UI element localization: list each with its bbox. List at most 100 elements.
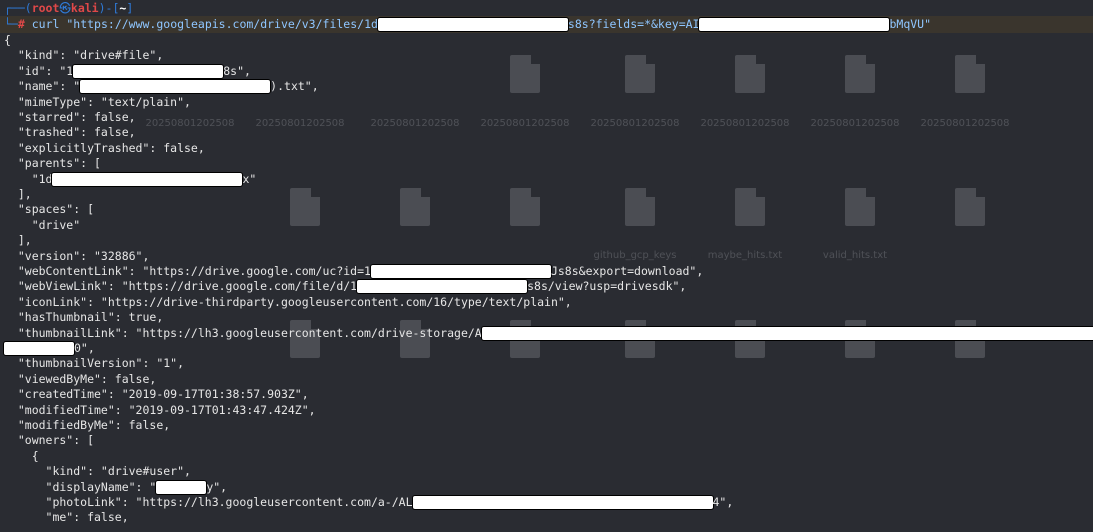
json-output-line: "id": "1 8s", — [4, 64, 251, 79]
json-line-text: "kind": "drive#file", — [4, 48, 164, 63]
json-output-line: "mimeType": "text/plain", — [4, 95, 191, 110]
file-icon — [400, 188, 430, 226]
file-icon — [625, 188, 655, 226]
desktop-file-label: github_gcp_keys — [593, 250, 677, 261]
json-line-text: "explicitlyTrashed": false, — [4, 140, 205, 155]
json-output-line: ], — [4, 187, 32, 202]
json-output-line: "modifiedTime": "2019-09-17T01:43:47.424… — [4, 403, 316, 418]
desktop-file-label: 20250801202508 — [810, 118, 900, 129]
desktop-file-label: 20250801202508 — [480, 118, 570, 129]
json-output-line: "spaces": [ — [4, 202, 94, 217]
terminal-window[interactable]: 20250801202508 20250801202508 2025080120… — [0, 0, 1093, 532]
json-output-line: "iconLink": "https://drive-thirdparty.go… — [4, 295, 572, 310]
json-output-line: 0", — [4, 341, 95, 356]
prompt-symbol: # — [17, 17, 25, 31]
redaction-bar — [377, 18, 568, 31]
prompt-host: kali — [70, 1, 99, 15]
desktop-file-label: maybe_hits.txt — [707, 250, 783, 261]
json-line-suffix: 8s", — [223, 63, 251, 78]
json-output-line: "drive" — [4, 218, 80, 233]
file-icon — [625, 55, 655, 93]
redaction-bar — [412, 496, 713, 509]
json-output-line: "trashed": false, — [4, 125, 136, 140]
file-icon — [290, 188, 320, 226]
json-line-text: "id": "1 — [4, 63, 74, 78]
redaction-bar — [481, 326, 1093, 340]
json-line-text: "owners": [ — [4, 433, 95, 448]
json-output-line: "name": " ).txt", — [4, 79, 319, 94]
json-output-line: "kind": "drive#user", — [4, 464, 191, 479]
redaction-bar — [80, 80, 271, 94]
json-output-line: "hasThumbnail": true, — [4, 310, 163, 325]
json-line-suffix: y", — [206, 479, 228, 494]
json-output-line: "owners": [ — [4, 433, 94, 448]
json-output-line: "createdTime": "2019-09-17T01:38:57.903Z… — [4, 387, 309, 402]
json-output-line: "1d x" — [4, 172, 256, 187]
file-icon — [845, 188, 875, 226]
redaction-bar — [156, 480, 207, 494]
json-line-text: "spaces": [ — [4, 202, 95, 217]
json-line-text: "starred": false, — [4, 110, 136, 124]
command-text: curl "https://www.googleapis.com/drive/v… — [31, 17, 378, 31]
file-icon — [510, 55, 540, 93]
json-line-text: "webContentLink": "https://drive.google.… — [4, 264, 371, 278]
json-line-text: "displayName": " — [4, 479, 157, 494]
command-line[interactable]: └─# curl "https://www.googleapis.com/dri… — [4, 17, 931, 32]
file-icon — [955, 188, 985, 226]
json-line-suffix: s8s/view?usp=drivesdk", — [527, 279, 687, 294]
file-icon — [735, 55, 765, 93]
json-output-line: "explicitlyTrashed": false, — [4, 141, 205, 156]
json-line-text: "photoLink": "https://lh3.googleusercont… — [4, 495, 413, 509]
desktop-file-label: 20250801202508 — [590, 118, 680, 129]
json-line-text: "iconLink": "https://drive-thirdparty.go… — [4, 294, 572, 309]
redaction-bar — [370, 265, 551, 278]
json-line-text: 0", — [74, 341, 95, 355]
json-output-line: "webContentLink": "https://drive.google.… — [4, 264, 703, 279]
json-line-text: "thumbnailLink": "https://lh3.googleuser… — [4, 325, 482, 340]
redaction-bar — [357, 280, 528, 294]
json-line-text: ], — [4, 233, 32, 248]
json-line-text: "version": "32886", — [4, 248, 150, 263]
redaction-bar — [52, 172, 243, 186]
json-output-line: "version": "32886", — [4, 248, 150, 264]
json-line-text: "parents": [ — [4, 156, 101, 171]
json-line-text: "drive" — [4, 217, 81, 232]
json-line-text: "thumbnailVersion": "1", — [4, 356, 185, 371]
desktop-file-label: valid_hits.txt — [822, 250, 888, 261]
file-icon — [955, 55, 985, 93]
json-output-line: "starred": false, — [4, 110, 136, 125]
redaction-bar — [699, 18, 890, 31]
redaction-bar — [4, 342, 74, 355]
json-output-line: "thumbnailVersion": "1", — [4, 356, 184, 371]
json-line-text: "kind": "drive#user", — [4, 464, 191, 479]
desktop-file-label: 20250801202508 — [255, 118, 345, 129]
json-output-line: "photoLink": "https://lh3.googleusercont… — [4, 495, 733, 510]
json-output-line: "viewedByMe": false, — [4, 372, 156, 387]
redaction-bar — [73, 64, 224, 78]
json-output-line: "thumbnailLink": "https://lh3.googleuser… — [4, 326, 1093, 341]
json-line-suffix: x" — [242, 171, 257, 186]
json-line-text: "1d — [4, 171, 53, 186]
json-output-line: ], — [4, 233, 32, 248]
json-line-text: { — [4, 33, 11, 47]
json-output-line: "modifiedByMe": false, — [4, 418, 170, 433]
json-line-suffix: 4", — [712, 495, 734, 509]
json-output-line: "kind": "drive#file", — [4, 48, 163, 63]
prompt-header: ┌──(root㉿kali)-[~] — [4, 1, 134, 15]
json-line-text: "trashed": false, — [4, 125, 136, 140]
json-line-text: ], — [4, 187, 32, 201]
json-line-suffix: ).txt", — [270, 79, 319, 94]
file-icon — [510, 188, 540, 226]
json-line-text: "createdTime": "2019-09-17T01:38:57.903Z… — [4, 387, 309, 402]
desktop-file-label: 20250801202508 — [145, 118, 235, 129]
json-line-text: "modifiedByMe": false, — [4, 418, 171, 432]
json-line-text: "mimeType": "text/plain", — [4, 94, 191, 109]
json-line-text: "name": " — [4, 79, 81, 94]
json-output-line: "webViewLink": "https://drive.google.com… — [4, 279, 686, 294]
json-output-line: "displayName": " y", — [4, 480, 227, 495]
desktop-file-label: 20250801202508 — [920, 118, 1010, 129]
json-line-text: "me": false, — [4, 510, 129, 525]
desktop-file-label: 20250801202508 — [370, 118, 460, 129]
json-line-suffix: Js8s&export=download", — [550, 264, 704, 278]
file-icon — [735, 188, 765, 226]
